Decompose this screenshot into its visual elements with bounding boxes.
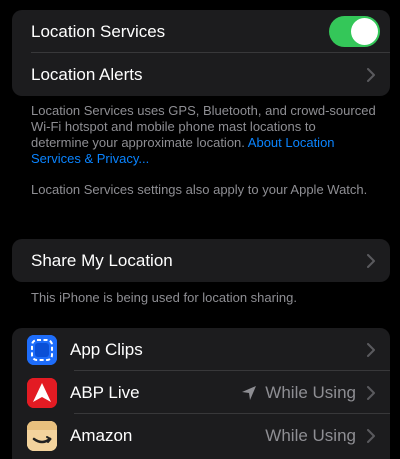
app-name: App Clips (70, 339, 143, 359)
apple-watch-note: Location Services settings also apply to… (31, 182, 376, 198)
share-my-location-row[interactable]: Share My Location (12, 239, 390, 282)
location-services-screen: Location Services Location Alerts Locati… (0, 0, 400, 459)
apps-list-group: App Clips ABP Live While Using Amazon Wh… (12, 328, 390, 459)
location-services-label: Location Services (31, 21, 166, 41)
location-services-toggle[interactable] (329, 16, 380, 47)
location-settings-group: Location Services Location Alerts (12, 10, 390, 96)
share-location-group: Share My Location (12, 239, 390, 282)
location-services-row: Location Services (12, 10, 390, 53)
apple-watch-note-text: Location Services settings also apply to… (31, 182, 368, 197)
chevron-right-icon (367, 385, 375, 400)
chevron-right-icon (367, 342, 375, 357)
share-location-note-text: This iPhone is being used for location s… (31, 290, 297, 305)
app-permission-value: While Using (265, 425, 356, 445)
share-my-location-label: Share My Location (31, 250, 173, 270)
chevron-right-icon (367, 253, 375, 268)
app-row-amazon[interactable]: Amazon While Using (12, 414, 390, 457)
chevron-right-icon (367, 67, 375, 82)
app-row-abp-live[interactable]: ABP Live While Using (12, 371, 390, 414)
location-arrow-icon (242, 385, 257, 400)
app-permission-value: While Using (265, 382, 356, 402)
toggle-knob (351, 18, 378, 45)
app-clips-icon (27, 334, 57, 365)
location-alerts-row[interactable]: Location Alerts (12, 53, 390, 96)
chevron-right-icon (367, 428, 375, 443)
amazon-icon (27, 420, 57, 451)
app-name: ABP Live (70, 382, 140, 402)
app-name: Amazon (70, 425, 133, 445)
location-alerts-label: Location Alerts (31, 64, 143, 84)
location-services-description: Location Services uses GPS, Bluetooth, a… (31, 103, 376, 167)
share-location-note: This iPhone is being used for location s… (31, 290, 376, 306)
app-row-app-clips[interactable]: App Clips (12, 328, 390, 371)
abp-live-icon (27, 377, 57, 408)
